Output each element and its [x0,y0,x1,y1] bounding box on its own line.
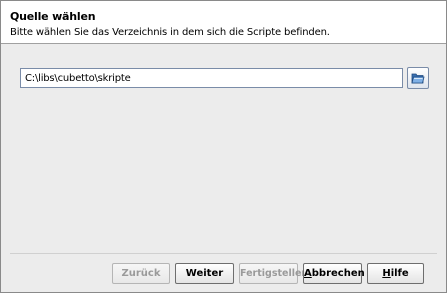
directory-path-input[interactable] [20,68,403,88]
browse-folder-button[interactable] [407,67,429,89]
wizard-header: Quelle wählen Bitte wählen Sie das Verze… [1,1,446,44]
help-label-rest: ilfe [390,268,409,279]
cancel-button[interactable]: Abbrechen [303,263,365,284]
finish-button[interactable]: Fertigstellen [239,263,308,284]
wizard-dialog: Quelle wählen Bitte wählen Sie das Verze… [0,0,447,293]
back-button[interactable]: Zurück [112,263,170,284]
cancel-mnemonic: A [304,268,312,279]
page-title: Quelle wählen [10,10,96,23]
page-description: Bitte wählen Sie das Verzeichnis in dem … [10,27,330,38]
help-button[interactable]: Hilfe [367,263,424,284]
folder-open-icon [411,73,425,84]
next-button[interactable]: Weiter [175,263,234,284]
footer-divider [10,253,437,254]
cancel-label-rest: bbrechen [311,268,365,279]
help-mnemonic: H [382,268,391,279]
